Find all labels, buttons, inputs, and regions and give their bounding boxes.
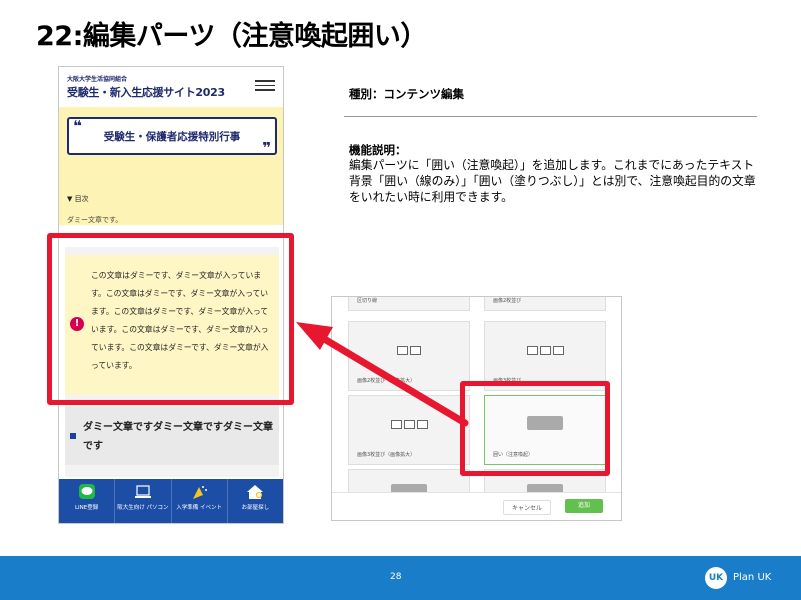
page-number: 28	[390, 572, 402, 582]
footer-bar: 28 UK Plan UK	[0, 556, 801, 600]
pointer-arrow-icon	[296, 322, 469, 427]
brand-name: Plan UK	[733, 572, 772, 583]
plan-uk-logo-icon: UK	[705, 567, 727, 589]
